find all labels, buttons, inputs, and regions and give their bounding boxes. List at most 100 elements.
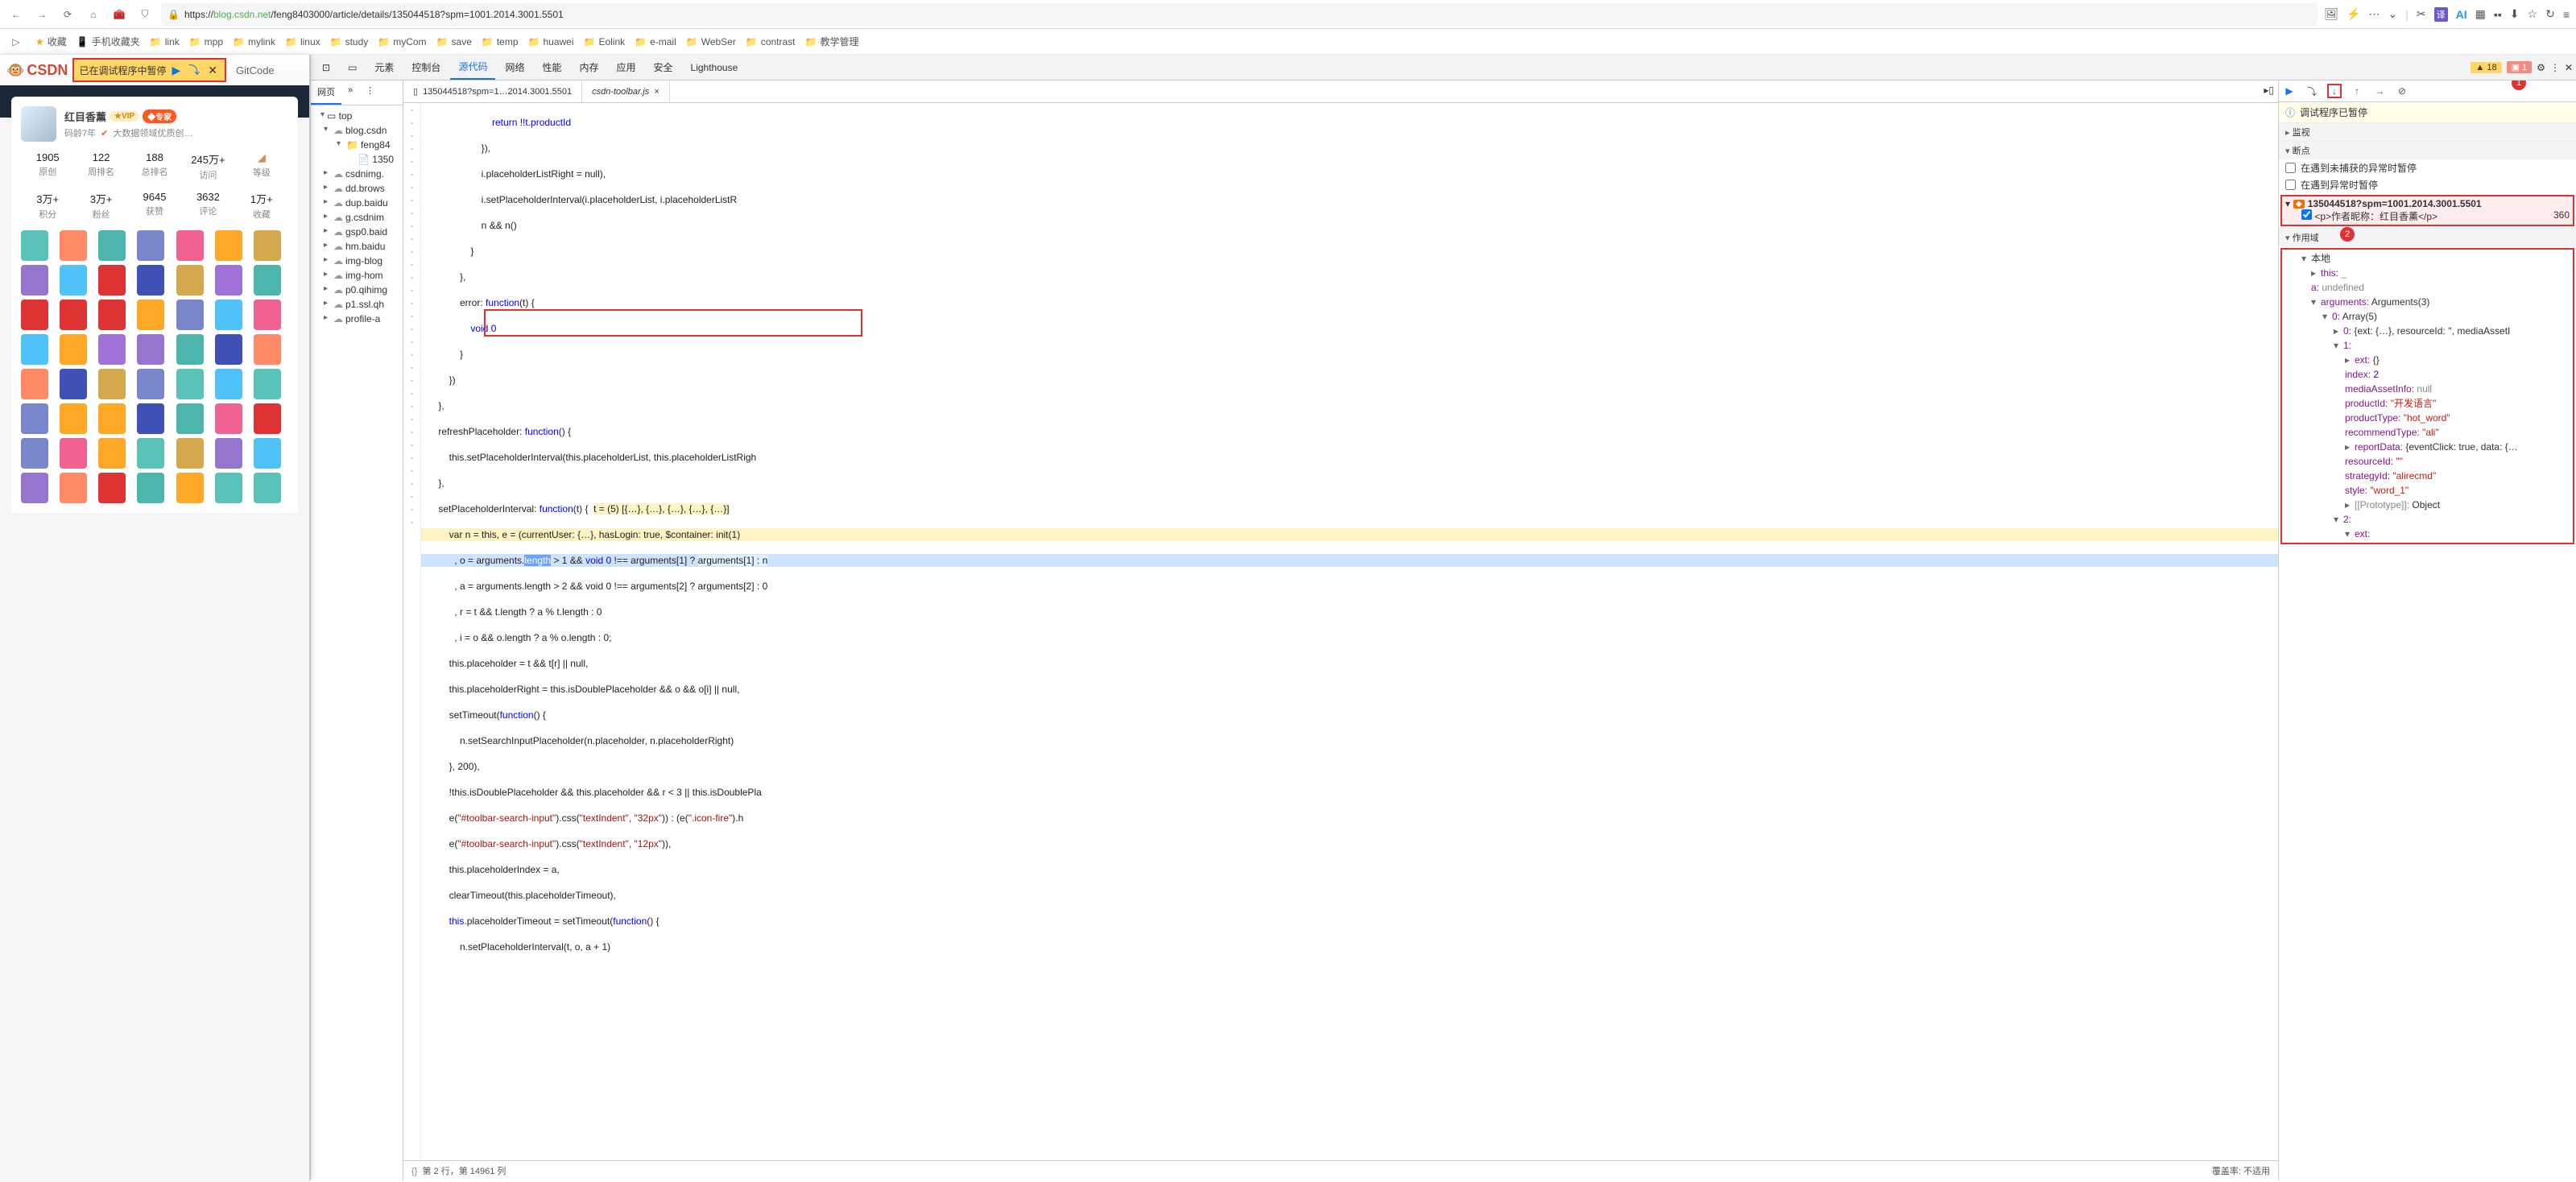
badge-icon[interactable]: [176, 334, 204, 365]
tree-feng[interactable]: 📁feng84: [311, 138, 403, 152]
badge-icon[interactable]: [254, 438, 281, 469]
badge-icon[interactable]: [21, 334, 48, 365]
image-icon[interactable]: 🖼: [2324, 7, 2338, 21]
scissors-icon[interactable]: ✂: [2417, 7, 2426, 21]
bp-uncaught[interactable]: 在遇到未捕获的异常时暂停: [2279, 159, 2576, 176]
badge-icon[interactable]: [98, 300, 126, 330]
badge-icon[interactable]: [215, 369, 242, 399]
badge-icon[interactable]: [98, 473, 126, 503]
bookmark-email[interactable]: 📁e-mail: [635, 36, 676, 48]
avatar[interactable]: [21, 106, 56, 142]
grid-icon[interactable]: ▦: [2475, 7, 2486, 21]
tree-host[interactable]: ☁img-hom: [311, 268, 403, 283]
badge-icon[interactable]: [215, 300, 242, 330]
badge-icon[interactable]: [98, 438, 126, 469]
debug-resume-icon[interactable]: ▶: [169, 64, 183, 77]
scope-local[interactable]: 本地: [2289, 251, 2566, 266]
play-icon[interactable]: ▷: [6, 32, 26, 52]
badge-icon[interactable]: [176, 265, 204, 296]
badge-icon[interactable]: [60, 334, 87, 365]
tab-elements[interactable]: 元素: [366, 56, 402, 79]
bookmark-fav[interactable]: ★收藏: [35, 35, 67, 48]
bookmark-edu[interactable]: 📁教学管理: [805, 35, 859, 48]
badge-icon[interactable]: [60, 300, 87, 330]
step-over-icon[interactable]: ⤵: [2305, 84, 2319, 98]
badge-icon[interactable]: [60, 265, 87, 296]
badge-icon[interactable]: [215, 403, 242, 434]
badge-icon[interactable]: [21, 300, 48, 330]
badge-icon[interactable]: [98, 334, 126, 365]
bookmark-save[interactable]: 📁save: [436, 36, 472, 48]
tree-menu-icon[interactable]: ⋮: [359, 81, 381, 105]
tree-host[interactable]: ☁csdnimg.: [311, 167, 403, 181]
more-icon[interactable]: ⋯: [2369, 7, 2380, 21]
bookmark-contrast[interactable]: 📁contrast: [746, 36, 796, 48]
badge-icon[interactable]: [215, 438, 242, 469]
badge-icon[interactable]: [176, 230, 204, 261]
tab-lighthouse[interactable]: Lighthouse: [683, 57, 746, 78]
badge-icon[interactable]: [176, 403, 204, 434]
bookmark-mylink[interactable]: 📁mylink: [233, 36, 275, 48]
badge-icon[interactable]: [176, 300, 204, 330]
gitcode-link[interactable]: GitCode: [236, 64, 275, 76]
badge-icon[interactable]: [98, 369, 126, 399]
scope-section[interactable]: 作用域: [2279, 229, 2576, 246]
tree-host[interactable]: ☁dd.brows: [311, 181, 403, 196]
tree-host[interactable]: ☁p1.ssl.qh: [311, 297, 403, 312]
badge-icon[interactable]: [254, 300, 281, 330]
badge-icon[interactable]: [254, 403, 281, 434]
flash-icon[interactable]: ⚡: [2347, 7, 2360, 21]
badge-icon[interactable]: [176, 369, 204, 399]
tab-performance[interactable]: 性能: [534, 56, 569, 79]
tree-blog[interactable]: ☁blog.csdn: [311, 123, 403, 138]
watch-section[interactable]: 监视: [2279, 123, 2576, 141]
badge-icon[interactable]: [21, 265, 48, 296]
badge-icon[interactable]: [21, 473, 48, 503]
forward-button[interactable]: →: [32, 5, 52, 24]
bookmark-eolink[interactable]: 📁Eolink: [584, 36, 626, 48]
bookmark-link[interactable]: 📁link: [150, 36, 180, 48]
bookmark-mobile[interactable]: 📱手机收藏夹: [76, 35, 140, 48]
scope-tree[interactable]: 2 本地 this: _ a: undefined arguments: Arg…: [2280, 248, 2574, 544]
tree-top[interactable]: ▭ top: [311, 109, 403, 123]
badge-icon[interactable]: [21, 230, 48, 261]
code-area[interactable]: --------------------------------- return…: [403, 103, 2278, 1160]
breakpoints-section[interactable]: 断点: [2279, 142, 2576, 159]
url-bar[interactable]: 🔒 https://blog.csdn.net/feng8403000/arti…: [161, 3, 2318, 26]
csdn-logo[interactable]: 🐵 CSDN: [6, 62, 68, 79]
badge-icon[interactable]: [137, 300, 164, 330]
tree-host[interactable]: ☁hm.baidu: [311, 239, 403, 254]
tree-host[interactable]: ☁p0.qihimg: [311, 283, 403, 297]
badge-icon[interactable]: [98, 403, 126, 434]
bookmark-mpp[interactable]: 📁mpp: [189, 36, 223, 48]
badge-icon[interactable]: [215, 334, 242, 365]
debug-step-icon[interactable]: ⤵: [186, 62, 202, 78]
badge-icon[interactable]: [98, 265, 126, 296]
close-devtools-icon[interactable]: ✕: [2565, 62, 2573, 73]
warnings-badge[interactable]: ▲ 18: [2471, 62, 2501, 73]
profile-name[interactable]: 红目香薰: [64, 109, 106, 124]
badge-icon[interactable]: [176, 438, 204, 469]
badge-icon[interactable]: [254, 473, 281, 503]
badge-icon[interactable]: [215, 473, 242, 503]
tree-tab-more[interactable]: »: [341, 81, 359, 105]
ai-icon[interactable]: AI: [2456, 8, 2467, 21]
device-icon[interactable]: ▭: [340, 57, 365, 78]
tree-article[interactable]: 📄 1350: [311, 152, 403, 167]
apps-icon[interactable]: ▪▪: [2494, 8, 2502, 21]
badge-icon[interactable]: [21, 438, 48, 469]
code-collapse-icon[interactable]: ▸▯: [2260, 81, 2278, 102]
code-tab-2[interactable]: csdn-toolbar.js ×: [582, 81, 670, 102]
bookmark-temp[interactable]: 📁temp: [482, 36, 519, 48]
reload-button[interactable]: ⟳: [58, 5, 77, 24]
badge-icon[interactable]: [254, 230, 281, 261]
chevron-down-icon[interactable]: ⌄: [2388, 7, 2398, 21]
tree-host[interactable]: ☁gsp0.baid: [311, 225, 403, 239]
code-tab-1[interactable]: ▯135044518?spm=1…2014.3001.5501: [403, 81, 582, 102]
close-tab-icon[interactable]: ×: [654, 87, 659, 97]
badge-icon[interactable]: [60, 473, 87, 503]
bookmark-huawei[interactable]: 📁huawei: [528, 36, 574, 48]
badge-icon[interactable]: [60, 438, 87, 469]
badge-icon[interactable]: [254, 265, 281, 296]
tab-console[interactable]: 控制台: [403, 56, 449, 79]
